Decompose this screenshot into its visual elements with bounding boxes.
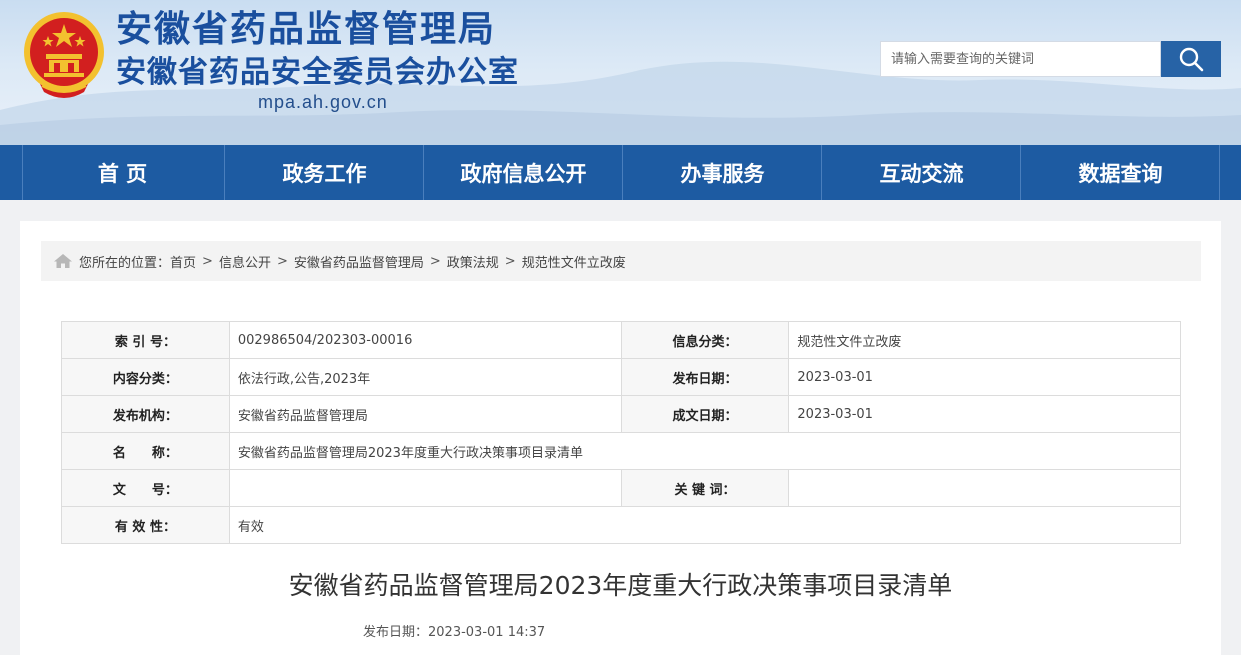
home-icon [53, 253, 73, 269]
breadcrumb-prefix: 您所在的位置： [79, 255, 171, 271]
document-metadata-table: 索 引 号： 002986504/202303-00016 信息分类： 规范性文… [61, 321, 1182, 544]
table-row: 内容分类： 依法行政,公告,2023年 发布日期： 2023-03-01 [61, 358, 1181, 396]
table-row: 有 效 性： 有效 [61, 506, 1182, 544]
nav-item-home[interactable]: 首 页 [23, 145, 222, 200]
nav-item-info-disclosure[interactable]: 政府信息公开 [424, 145, 623, 200]
article-date-label: 发布日期： [363, 625, 429, 640]
validity-label: 有 效 性： [61, 506, 230, 544]
publisher-label: 发布机构： [61, 395, 230, 433]
content-panel: 您所在的位置： 首页 > 信息公开 > 安徽省药品监督管理局 > 政策法规 > … [20, 221, 1221, 655]
publisher-value: 安徽省药品监督管理局 [228, 395, 622, 433]
breadcrumb-link-home[interactable]: 首页 [170, 252, 196, 271]
table-row: 索 引 号： 002986504/202303-00016 信息分类： 规范性文… [61, 321, 1181, 359]
publish-date-label: 发布日期： [620, 358, 790, 396]
table-row: 文 号： 关 键 词： [61, 469, 1181, 507]
breadcrumb-link-policy[interactable]: 政策法规 [447, 252, 499, 271]
breadcrumb-separator: > [276, 253, 288, 269]
article-title: 安徽省药品监督管理局2023年度重大行政决策事项目录清单 [288, 571, 953, 600]
info-category-label: 信息分类： [620, 321, 790, 359]
nav-item-data-query[interactable]: 数据查询 [1021, 145, 1220, 200]
doc-name-label: 名 称： [61, 432, 230, 470]
breadcrumb-link-info[interactable]: 信息公开 [219, 252, 271, 271]
written-date-label: 成文日期： [620, 395, 790, 433]
site-domain: mpa.ah.gov.cn [258, 92, 388, 112]
info-category-value: 规范性文件立改废 [788, 321, 1181, 359]
table-row: 名 称： 安徽省药品监督管理局2023年度重大行政决策事项目录清单 [61, 432, 1182, 470]
breadcrumb: 您所在的位置： 首页 > 信息公开 > 安徽省药品监督管理局 > 政策法规 > … [41, 241, 1201, 281]
breadcrumb-link-bureau[interactable]: 安徽省药品监督管理局 [294, 252, 424, 271]
doc-number-value [228, 469, 622, 507]
content-category-label: 内容分类： [61, 358, 230, 396]
keywords-label: 关 键 词： [620, 469, 790, 507]
breadcrumb-link-normative[interactable]: 规范性文件立改废 [522, 252, 626, 271]
table-row: 发布机构： 安徽省药品监督管理局 成文日期： 2023-03-01 [61, 395, 1181, 433]
site-subtitle: 安徽省药品安全委员会办公室 [116, 55, 519, 90]
doc-number-label: 文 号： [61, 469, 230, 507]
breadcrumb-separator: > [202, 253, 213, 269]
article-date-value: 2023-03-01 14:37 [428, 625, 546, 640]
validity-value: 有效 [228, 506, 1182, 544]
index-number-value: 002986504/202303-00016 [228, 321, 622, 359]
breadcrumb-separator: > [429, 253, 441, 269]
content-category-value: 依法行政,公告,2023年 [228, 358, 622, 396]
index-number-label: 索 引 号： [61, 321, 230, 359]
keywords-value [788, 469, 1181, 507]
written-date-value: 2023-03-01 [788, 395, 1181, 433]
publish-date-value: 2023-03-01 [788, 358, 1181, 396]
article-publish-date: 发布日期：2023-03-01 14:37 [363, 621, 545, 640]
national-emblem-icon [24, 12, 104, 98]
site-header: 安徽省药品监督管理局 安徽省药品安全委员会办公室 mpa.ah.gov.cn [0, 0, 1241, 145]
main-nav: 首 页 政务工作 政府信息公开 办事服务 互动交流 数据查询 [0, 145, 1241, 200]
search-input[interactable] [880, 41, 1161, 77]
breadcrumb-separator: > [504, 253, 516, 269]
nav-item-services[interactable]: 办事服务 [623, 145, 822, 200]
nav-divider [1219, 145, 1220, 200]
magnifier-icon [1179, 47, 1204, 72]
search-button[interactable] [1161, 41, 1221, 77]
doc-name-value: 安徽省药品监督管理局2023年度重大行政决策事项目录清单 [228, 432, 1182, 470]
nav-item-government-work[interactable]: 政务工作 [225, 145, 424, 200]
site-title: 安徽省药品监督管理局 [116, 9, 497, 50]
nav-item-interaction[interactable]: 互动交流 [822, 145, 1021, 200]
